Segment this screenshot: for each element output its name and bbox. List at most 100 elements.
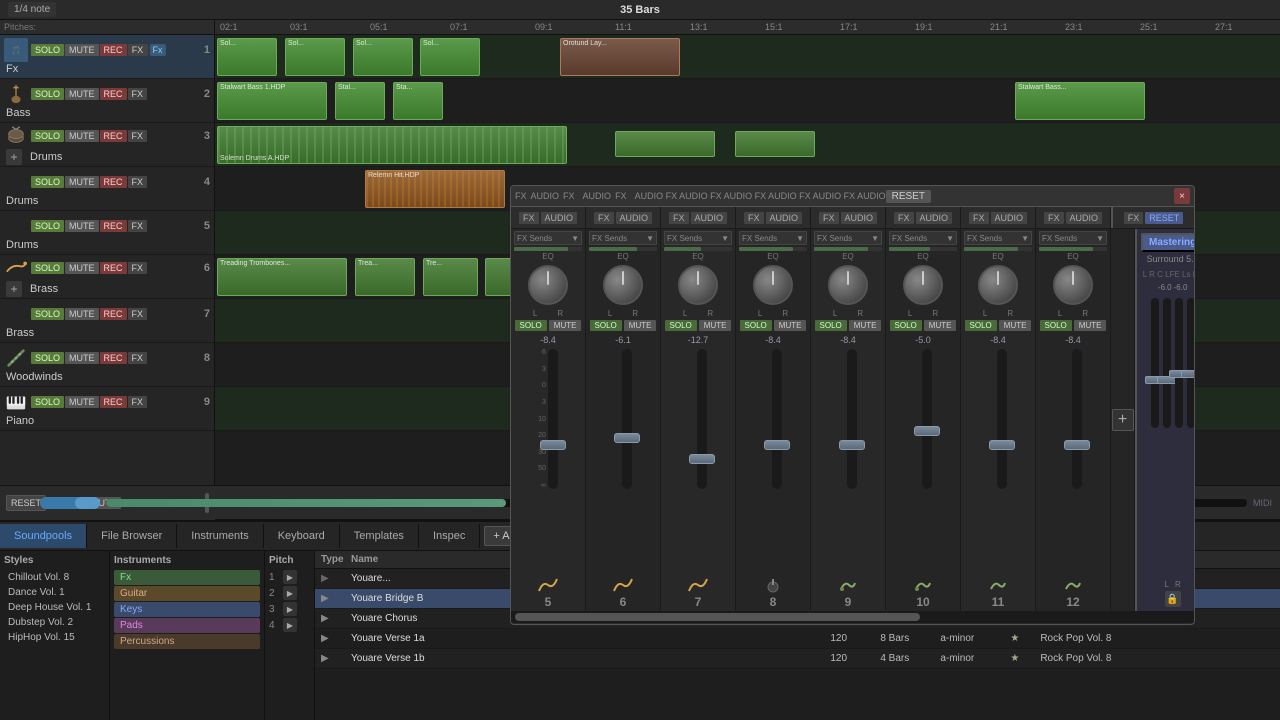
ch6-fx-btn[interactable]: FX [594,212,614,224]
track-4-rec[interactable]: REC [100,176,127,188]
track-2-mute[interactable]: MUTE [65,88,99,100]
ch9-knob[interactable] [828,265,868,305]
ch11-mute[interactable]: MUTE [999,320,1032,331]
track-6-solo[interactable]: SOLO [31,262,64,274]
ch9-send-dropdown[interactable]: FX Sends▼ [814,231,882,245]
master-mastering-button[interactable]: Mastering [1141,233,1194,252]
ch12-mute[interactable]: MUTE [1074,320,1107,331]
ch9-audio-btn[interactable]: AUDIO [841,212,878,224]
ch7-fader[interactable] [689,454,715,464]
track-3-solo[interactable]: SOLO [31,130,64,142]
ch10-knob[interactable] [903,265,943,305]
ch10-fader[interactable] [914,426,940,436]
instrument-percussions[interactable]: Percussions [114,634,260,649]
ch5-send-dropdown[interactable]: FX Sends▼ [514,231,582,245]
mixer-close-button[interactable]: × [1174,188,1190,204]
ch6-mute[interactable]: MUTE [624,320,657,331]
instrument-pads[interactable]: Pads [114,618,260,633]
track-3-add[interactable]: + [6,149,22,165]
track-2-rec[interactable]: REC [100,88,127,100]
ch11-fader[interactable] [989,440,1015,450]
ch9-fx-btn[interactable]: FX [819,212,839,224]
track-8-fx[interactable]: FX [128,352,148,364]
track-1-mute[interactable]: MUTE [65,44,99,56]
browser-row-3[interactable]: ▶ Youare Verse 1a 120 8 Bars a-minor ★ R… [315,629,1280,649]
style-hiphop[interactable]: HipHop Vol. 15 [4,630,105,645]
instrument-fx[interactable]: Fx [114,570,260,585]
master-reset-btn[interactable]: RESET [1145,212,1183,224]
pitch-play-1[interactable]: ▶ [283,570,297,584]
master-fx-btn[interactable]: FX [1124,212,1144,224]
ch5-fader[interactable] [540,440,566,450]
track-2-fx[interactable]: FX [128,88,148,100]
ch5-knob[interactable] [528,265,568,305]
ch10-fx-btn[interactable]: FX [894,212,914,224]
track-7-solo[interactable]: SOLO [31,308,64,320]
ch8-knob[interactable] [753,265,793,305]
ch7-fx-btn[interactable]: FX [669,212,689,224]
col-type[interactable]: Type [315,551,345,568]
pitch-play-3[interactable]: ▶ [283,602,297,616]
ch6-send-dropdown[interactable]: FX Sends▼ [589,231,657,245]
style-dance[interactable]: Dance Vol. 1 [4,585,105,600]
track-5-fx[interactable]: FX [128,220,148,232]
browser-row-4[interactable]: ▶ Youare Verse 1b 120 4 Bars a-minor ★ R… [315,649,1280,669]
ch10-solo[interactable]: SOLO [890,320,922,331]
track-9-mute[interactable]: MUTE [65,396,99,408]
track-1-solo[interactable]: SOLO [31,44,64,56]
ch12-fader[interactable] [1064,440,1090,450]
track-4-mute[interactable]: MUTE [65,176,99,188]
ch11-audio-btn[interactable]: AUDIO [991,212,1028,224]
ch5-mute[interactable]: MUTE [549,320,582,331]
ch9-solo[interactable]: SOLO [815,320,847,331]
track-8-solo[interactable]: SOLO [31,352,64,364]
style-dubstep[interactable]: Dubstep Vol. 2 [4,615,105,630]
ch8-audio-btn[interactable]: AUDIO [766,212,803,224]
instrument-keys[interactable]: Keys [114,602,260,617]
ch5-fx-btn[interactable]: FX [519,212,539,224]
ch10-send-dropdown[interactable]: FX Sends▼ [889,231,957,245]
ch8-solo[interactable]: SOLO [740,320,772,331]
style-chillout[interactable]: Chillout Vol. 8 [4,570,105,585]
ch9-mute[interactable]: MUTE [849,320,882,331]
ch8-fader[interactable] [764,440,790,450]
ch11-knob[interactable] [978,265,1018,305]
ch10-mute[interactable]: MUTE [924,320,957,331]
track-9-fx[interactable]: FX [128,396,148,408]
track-7-mute[interactable]: MUTE [65,308,99,320]
ch11-solo[interactable]: SOLO [965,320,997,331]
ch6-fader[interactable] [614,433,640,443]
track-6-rec[interactable]: REC [100,262,127,274]
master-r-fader[interactable] [1181,370,1194,378]
track-7-rec[interactable]: REC [100,308,127,320]
pitch-play-2[interactable]: ▶ [283,586,297,600]
track-9-rec[interactable]: REC [100,396,127,408]
track-2-solo[interactable]: SOLO [31,88,64,100]
tab-soundpools[interactable]: Soundpools [0,524,87,548]
pitch-play-4[interactable]: ▶ [283,618,297,632]
track-5-solo[interactable]: SOLO [31,220,64,232]
ch7-solo[interactable]: SOLO [665,320,697,331]
ch12-solo[interactable]: SOLO [1040,320,1072,331]
ch8-mute[interactable]: MUTE [774,320,807,331]
ch7-send-dropdown[interactable]: FX Sends▼ [664,231,732,245]
ch11-fx-btn[interactable]: FX [969,212,989,224]
style-deep-house[interactable]: Deep House Vol. 1 [4,600,105,615]
ch7-knob[interactable] [678,265,718,305]
track-3-fx[interactable]: FX [128,130,148,142]
track-3-rec[interactable]: REC [100,130,127,142]
mixer-scroll-thumb[interactable] [515,613,920,621]
ch11-send-dropdown[interactable]: FX Sends▼ [964,231,1032,245]
timeline-position[interactable] [40,497,100,509]
track-6-fx[interactable]: FX [128,262,148,274]
ch10-audio-btn[interactable]: AUDIO [916,212,953,224]
track-5-rec[interactable]: REC [100,220,127,232]
track-6-mute[interactable]: MUTE [65,262,99,274]
track-8-mute[interactable]: MUTE [65,352,99,364]
ch8-send-dropdown[interactable]: FX Sends▼ [739,231,807,245]
ch7-mute[interactable]: MUTE [699,320,732,331]
ch12-knob[interactable] [1053,265,1093,305]
track-9-solo[interactable]: SOLO [31,396,64,408]
track-3-mute[interactable]: MUTE [65,130,99,142]
instrument-guitar[interactable]: Guitar [114,586,260,601]
